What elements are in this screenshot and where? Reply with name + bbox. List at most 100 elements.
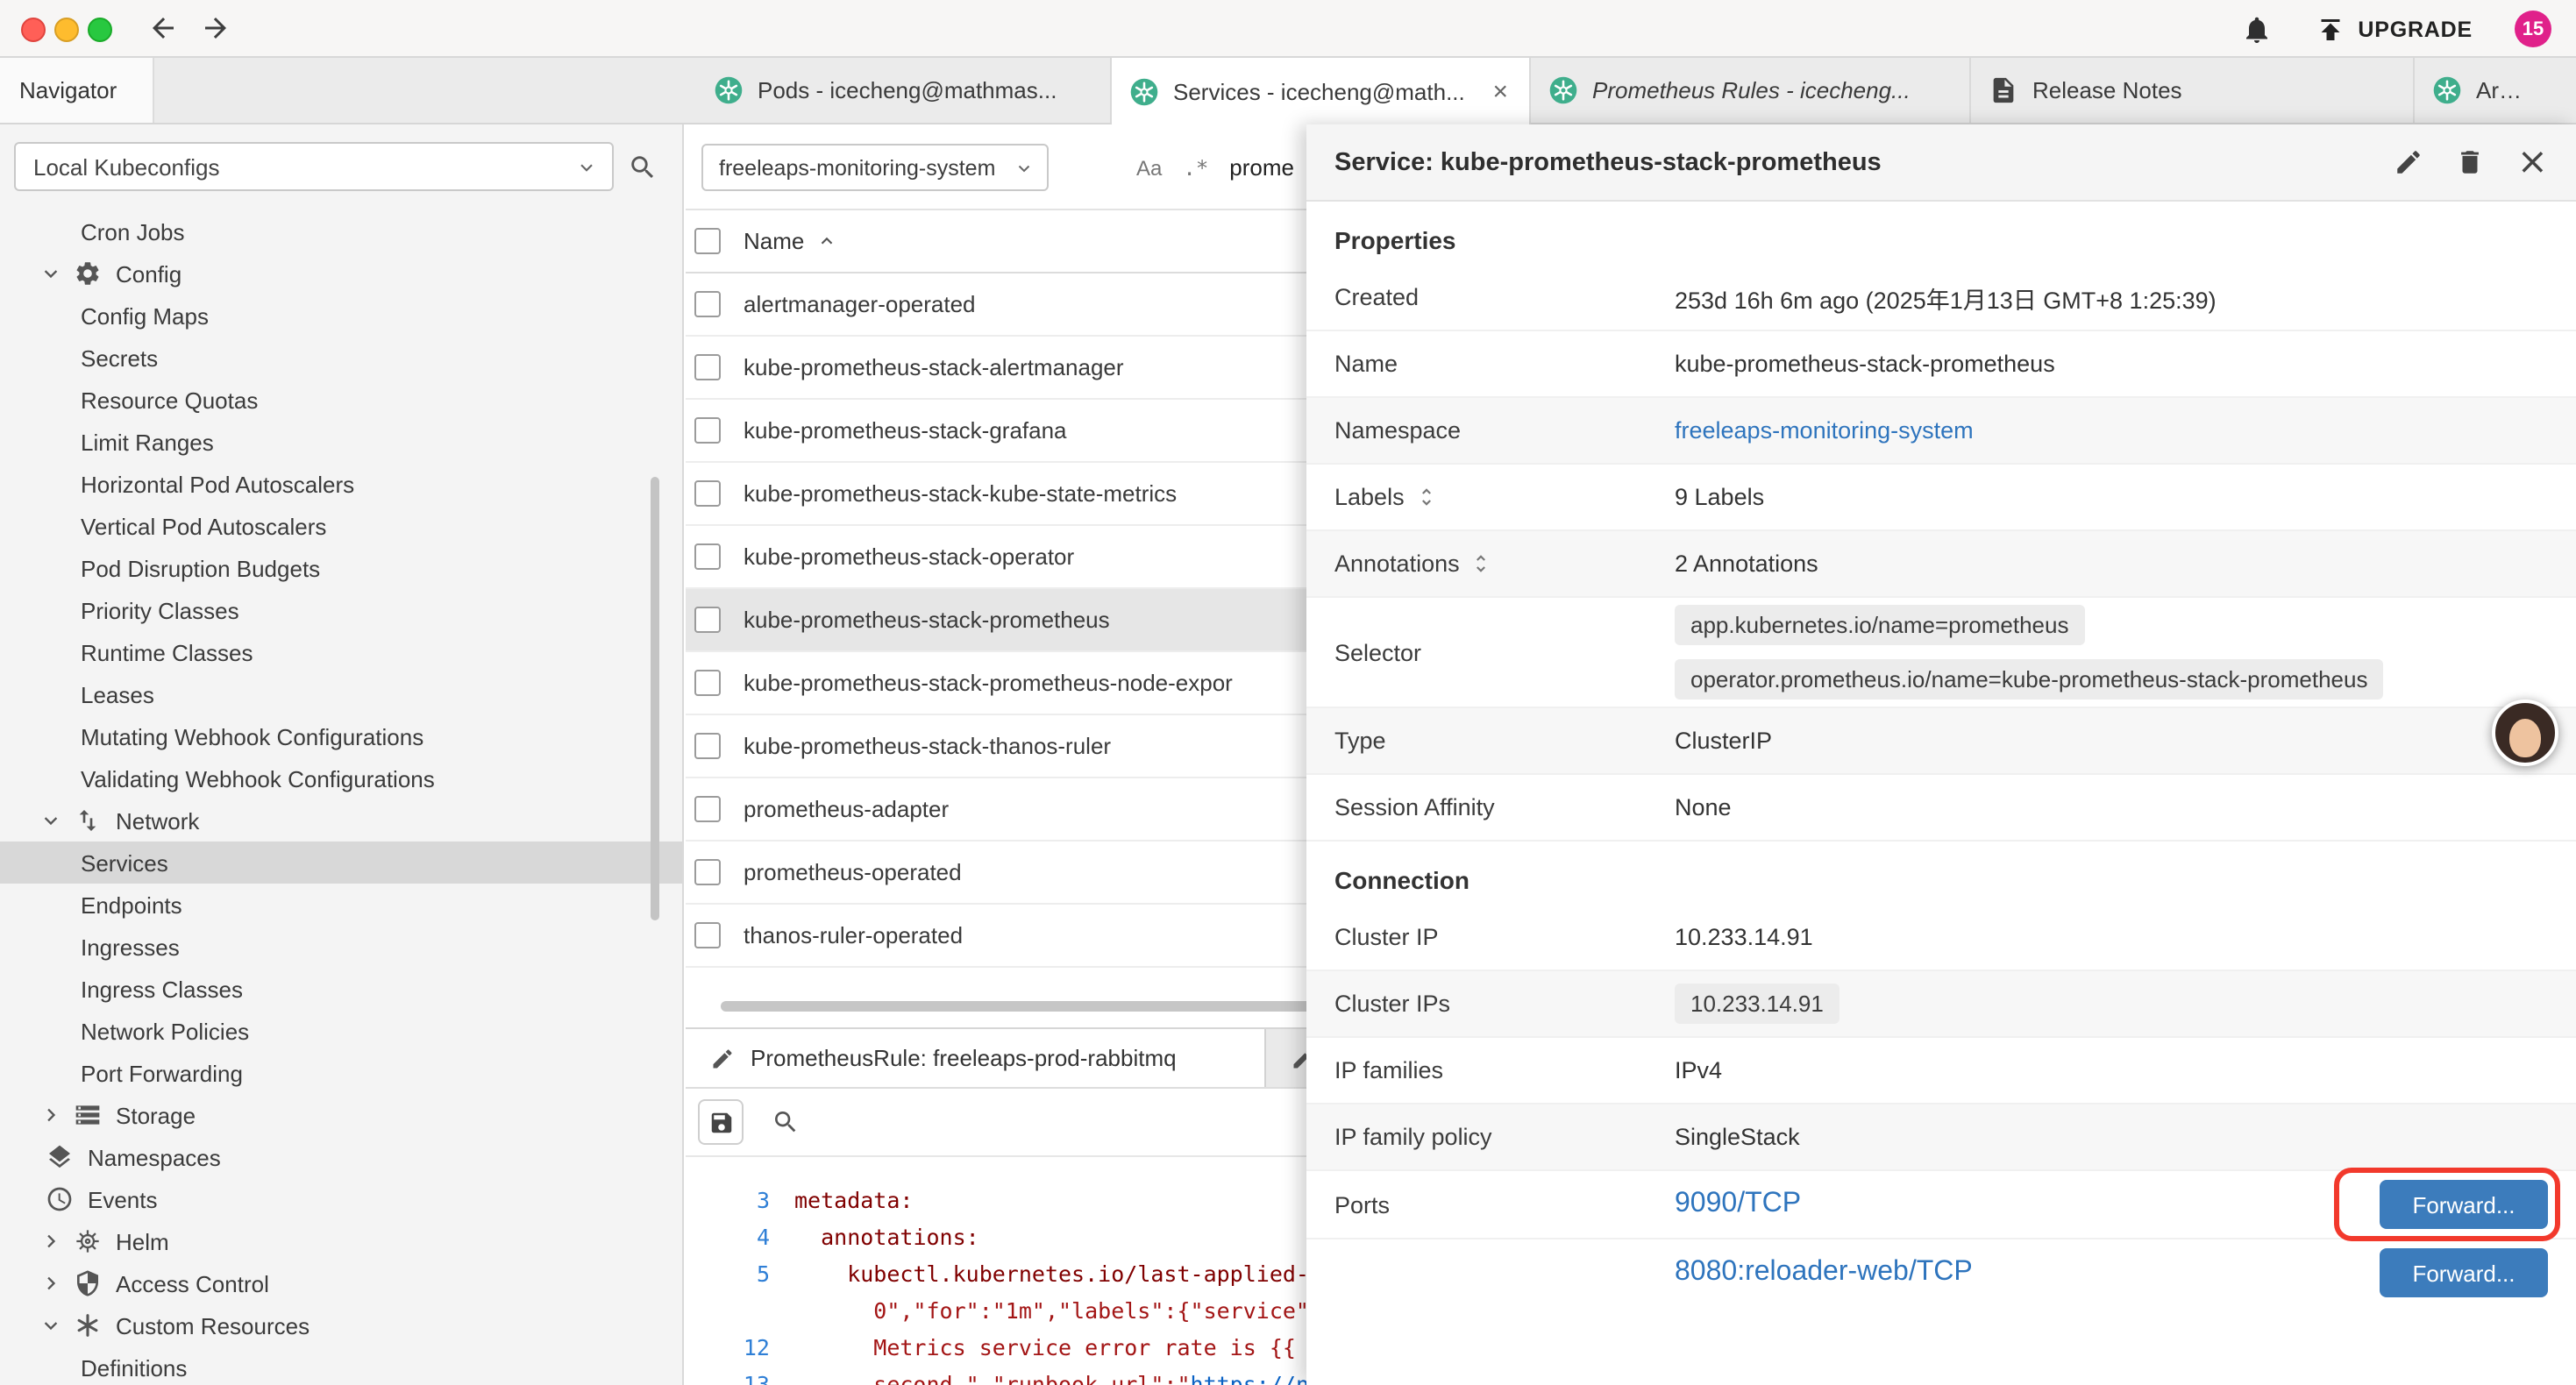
sidebar-item-helm[interactable]: Helm: [0, 1220, 682, 1262]
sidebar-item-resource-quotas[interactable]: Resource Quotas: [0, 379, 682, 421]
chevron-right-icon[interactable]: [39, 1229, 63, 1254]
delete-icon[interactable]: [2456, 147, 2486, 177]
navigator-tree: Cron JobsConfigConfig MapsSecretsResourc…: [0, 210, 682, 1385]
sidebar-item-secrets[interactable]: Secrets: [0, 337, 682, 379]
row-value: freeleaps-monitoring-system: [1675, 417, 2576, 444]
select-all-checkbox[interactable]: [694, 228, 721, 254]
forward-button[interactable]: Forward...: [2380, 1248, 2548, 1297]
sidebar-item-limit-ranges[interactable]: Limit Ranges: [0, 421, 682, 463]
editor-search-icon[interactable]: [772, 1108, 800, 1136]
sidebar-item-definitions[interactable]: Definitions: [0, 1346, 682, 1385]
namespace-link[interactable]: freeleaps-monitoring-system: [1675, 417, 1974, 444]
kubeconfig-selector[interactable]: Local Kubeconfigs: [14, 142, 614, 191]
tab-prometheus-rules-icecheng[interactable]: Prometheus Rules - icecheng...: [1531, 58, 1971, 123]
assistant-avatar[interactable]: [2492, 700, 2558, 766]
sidebar-item-namespaces[interactable]: Namespaces: [0, 1136, 682, 1178]
tab-label: Argo Se: [2476, 77, 2530, 103]
sidebar-search-icon[interactable]: [628, 153, 658, 182]
sidebar-item-endpoints[interactable]: Endpoints: [0, 884, 682, 926]
port-link[interactable]: 9090/TCP: [1675, 1189, 1801, 1220]
row-checkbox[interactable]: [694, 543, 721, 570]
row-checkbox[interactable]: [694, 291, 721, 317]
close-tab-icon[interactable]: ×: [1489, 76, 1512, 106]
chevron-down-icon[interactable]: [39, 261, 63, 286]
drawer-row-cluster-ips: Cluster IPs10.233.14.91: [1306, 971, 2576, 1038]
sidebar-item-mutating-webhook-configurations[interactable]: Mutating Webhook Configurations: [0, 715, 682, 757]
save-button[interactable]: [698, 1099, 744, 1145]
sidebar-item-config-maps[interactable]: Config Maps: [0, 295, 682, 337]
chevron-down-icon[interactable]: [39, 808, 63, 833]
service-name: kube-prometheus-stack-thanos-ruler: [744, 733, 1111, 759]
sidebar-item-access-control[interactable]: Access Control: [0, 1262, 682, 1304]
sort-toggle-icon[interactable]: [1470, 552, 1493, 575]
tab-services-icecheng-math[interactable]: Services - icecheng@math...×: [1112, 58, 1531, 124]
sidebar-item-validating-webhook-configurations[interactable]: Validating Webhook Configurations: [0, 757, 682, 799]
sidebar-item-runtime-classes[interactable]: Runtime Classes: [0, 631, 682, 673]
service-name: thanos-ruler-operated: [744, 922, 963, 948]
sidebar-item-pod-disruption-budgets[interactable]: Pod Disruption Budgets: [0, 547, 682, 589]
sidebar-item-label: Leases: [81, 681, 154, 707]
row-checkbox[interactable]: [694, 607, 721, 633]
sidebar-item-priority-classes[interactable]: Priority Classes: [0, 589, 682, 631]
forward-icon[interactable]: [200, 12, 231, 44]
sidebar-item-storage[interactable]: Storage: [0, 1094, 682, 1136]
notification-count-badge[interactable]: 15: [2515, 11, 2551, 47]
sidebar-item-ingresses[interactable]: Ingresses: [0, 926, 682, 968]
kubernetes-icon: [1129, 76, 1159, 106]
name-column-label: Name: [744, 228, 804, 254]
close-icon[interactable]: ×: [2517, 144, 2548, 181]
sidebar-toolbar: Local Kubeconfigs: [0, 124, 682, 210]
tab-pods-icecheng-mathmas[interactable]: Pods - icecheng@mathmas...: [696, 58, 1112, 123]
window-minimize-button[interactable]: [54, 18, 79, 42]
row-checkbox[interactable]: [694, 859, 721, 885]
service-name: kube-prometheus-stack-grafana: [744, 417, 1067, 444]
tab-release-notes[interactable]: Release Notes: [1971, 58, 2415, 123]
name-column-header[interactable]: Name: [744, 228, 836, 254]
sidebar-item-config[interactable]: Config: [0, 252, 682, 295]
upgrade-button[interactable]: UPGRADE: [2314, 13, 2473, 45]
sidebar-item-ingress-classes[interactable]: Ingress Classes: [0, 968, 682, 1010]
back-icon[interactable]: [147, 12, 179, 44]
sidebar-item-label: Definitions: [81, 1354, 187, 1381]
namespace-filter-select[interactable]: freeleaps-monitoring-system: [701, 144, 1049, 191]
forward-button[interactable]: Forward...: [2380, 1180, 2548, 1229]
sidebar-item-network[interactable]: Network: [0, 799, 682, 842]
storage-icon: [74, 1101, 102, 1129]
notifications-bell-icon[interactable]: [2240, 13, 2272, 45]
sidebar-item-network-policies[interactable]: Network Policies: [0, 1010, 682, 1052]
row-value: app.kubernetes.io/name=prometheusoperato…: [1675, 605, 2576, 700]
list-search-input[interactable]: Aa .* prome: [1136, 124, 1294, 210]
sidebar-item-leases[interactable]: Leases: [0, 673, 682, 715]
row-checkbox[interactable]: [694, 733, 721, 759]
chevron-down-icon[interactable]: [39, 1313, 63, 1338]
dock-tab-prometheusrule-freeleaps-prod-rabbitmq[interactable]: PrometheusRule: freeleaps-prod-rabbitmq: [686, 1029, 1266, 1087]
sort-toggle-icon[interactable]: [1415, 486, 1438, 508]
window-zoom-button[interactable]: [88, 18, 112, 42]
sidebar-item-services[interactable]: Services: [0, 842, 682, 884]
chevron-right-icon[interactable]: [39, 1103, 63, 1127]
code-text: annotations:: [794, 1218, 979, 1255]
tab-argo-se[interactable]: Argo Se: [2415, 58, 2548, 123]
row-checkbox[interactable]: [694, 480, 721, 507]
sidebar-item-port-forwarding[interactable]: Port Forwarding: [0, 1052, 682, 1094]
sidebar-item-events[interactable]: Events: [0, 1178, 682, 1220]
drawer-header: Service: kube-prometheus-stack-prometheu…: [1306, 124, 2576, 202]
sidebar-scrollbar[interactable]: [651, 477, 659, 920]
edit-icon[interactable]: [2395, 147, 2424, 177]
row-checkbox[interactable]: [694, 922, 721, 948]
window-close-button[interactable]: [21, 18, 46, 42]
section-title-properties: Properties: [1306, 226, 2576, 254]
chevron-right-icon[interactable]: [39, 1271, 63, 1296]
sidebar-item-horizontal-pod-autoscalers[interactable]: Horizontal Pod Autoscalers: [0, 463, 682, 505]
row-checkbox[interactable]: [694, 670, 721, 696]
row-checkbox[interactable]: [694, 796, 721, 822]
sidebar-item-cron-jobs[interactable]: Cron Jobs: [0, 210, 682, 252]
row-checkbox[interactable]: [694, 354, 721, 380]
row-checkbox[interactable]: [694, 417, 721, 444]
match-case-icon[interactable]: Aa: [1136, 155, 1162, 180]
sidebar-item-custom-resources[interactable]: Custom Resources: [0, 1304, 682, 1346]
navigator-panel-tab[interactable]: Navigator: [0, 58, 154, 123]
sidebar-item-vertical-pod-autoscalers[interactable]: Vertical Pod Autoscalers: [0, 505, 682, 547]
regex-icon[interactable]: .*: [1183, 155, 1208, 180]
port-link[interactable]: 8080:reloader-web/TCP: [1675, 1257, 1973, 1289]
